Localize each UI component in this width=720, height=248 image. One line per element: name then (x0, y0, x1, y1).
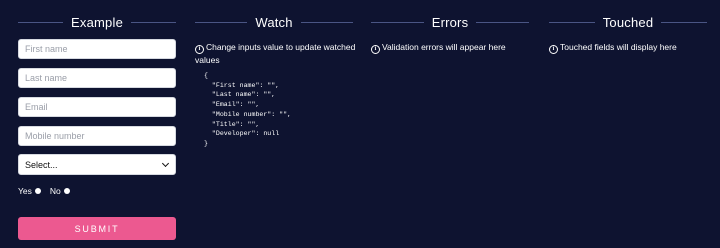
heading-divider-right (300, 21, 354, 23)
errors-title: Errors (431, 14, 469, 30)
touched-heading: Touched (549, 13, 707, 31)
heading-divider-left (195, 21, 248, 23)
info-circle-icon: i (195, 45, 204, 54)
heading-divider-right (476, 21, 529, 23)
json-line: "Mobile number": "", (204, 110, 292, 118)
touched-column: Touched i Touched fields will display her… (549, 0, 707, 54)
mobile-number-input[interactable] (18, 126, 176, 146)
errors-heading: Errors (371, 13, 529, 31)
watch-info-text: Change inputs value to update watched va… (195, 42, 356, 65)
example-column: Example Select... Yes No SUBMIT (18, 0, 177, 240)
touched-info: i Touched fields will display here (549, 41, 714, 54)
watch-column: Watch i Change inputs value to update wat… (195, 0, 355, 147)
chevron-down-icon (161, 159, 170, 167)
last-name-input[interactable] (18, 68, 176, 88)
errors-info: i Validation errors will appear here (371, 41, 536, 54)
first-name-input[interactable] (18, 39, 176, 59)
radio-no-label: No (49, 186, 61, 196)
watch-heading: Watch (195, 13, 354, 31)
heading-divider-left (18, 21, 64, 23)
watch-json-output: { "First name": "", "Last name": "", "Em… (204, 71, 291, 149)
example-title: Example (71, 14, 123, 30)
touched-title: Touched (602, 14, 654, 30)
touched-info-text: Touched fields will display here (560, 42, 677, 52)
json-line: { (204, 72, 208, 79)
title-select[interactable]: Select... (18, 154, 176, 175)
watch-title: Watch (255, 14, 293, 30)
heading-divider-right (661, 21, 707, 23)
info-circle-icon: i (549, 45, 558, 54)
radio-no[interactable]: No (50, 186, 70, 196)
email-input[interactable] (18, 97, 176, 117)
submit-button[interactable]: SUBMIT (18, 217, 176, 240)
json-line: "Developer": null (204, 130, 280, 138)
json-line: "Last name": "", (204, 91, 276, 99)
errors-column: Errors i Validation errors will appear he… (371, 0, 529, 54)
info-circle-icon: i (371, 45, 380, 54)
heading-divider-right (131, 21, 177, 23)
json-line: "Email": "", (204, 101, 260, 109)
title-select-value: Select... (25, 159, 58, 170)
example-heading: Example (18, 13, 177, 31)
errors-info-text: Validation errors will appear here (382, 42, 506, 52)
watch-info: i Change inputs value to update watched v… (195, 41, 360, 66)
radio-yes-circle[interactable] (34, 188, 41, 194)
heading-divider-left (371, 21, 424, 23)
json-line: "Title": "", (204, 120, 260, 128)
radio-yes-label: Yes (18, 186, 32, 196)
radio-no-circle[interactable] (63, 188, 70, 194)
radio-yes[interactable]: Yes (18, 186, 41, 196)
json-line: } (204, 139, 208, 147)
heading-divider-left (549, 21, 595, 23)
json-line: "First name": "", (204, 81, 280, 89)
developer-radio-group: Yes No (18, 186, 79, 196)
